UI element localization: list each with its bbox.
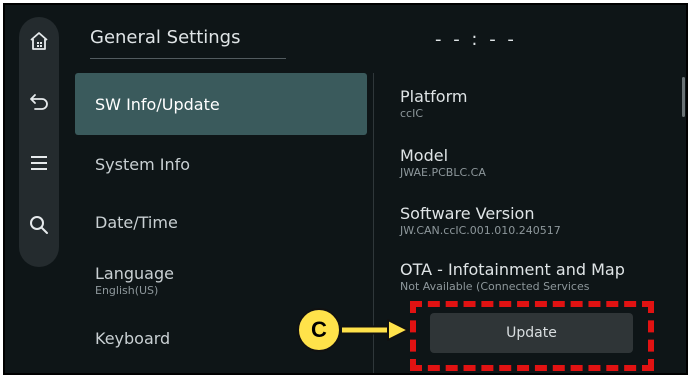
detail-title: Software Version — [400, 204, 535, 223]
menu-item-system-info[interactable]: System Info — [75, 133, 367, 195]
callout-arrow-icon — [342, 319, 409, 341]
detail-ota: OTA - Infotainment and Map Not Available… — [400, 260, 656, 300]
detail-value: JW.CAN.ccIC.001.010.240517 — [400, 224, 561, 237]
home-icon — [30, 32, 48, 50]
menu-item-label: Language — [95, 263, 174, 283]
title-divider — [90, 58, 286, 59]
infotainment-screen: General Settings - - : - - SW Info/Updat… — [3, 3, 688, 375]
detail-software-version: Software Version JW.CAN.ccIC.001.010.240… — [400, 204, 670, 237]
menu-button[interactable] — [19, 143, 59, 183]
detail-value: Not Available (Connected Services — [400, 280, 590, 293]
menu-item-language[interactable]: Language English(US) — [75, 249, 367, 311]
menu-item-sw-info-update[interactable]: SW Info/Update — [75, 73, 367, 135]
page-title: General Settings — [90, 27, 241, 48]
clock: - - : - - — [435, 29, 517, 50]
detail-value: ccIC — [400, 107, 424, 120]
detail-title: OTA - Infotainment and Map — [400, 260, 625, 279]
menu-item-date-time[interactable]: Date/Time — [75, 191, 367, 253]
detail-title: Model — [400, 146, 449, 165]
back-button[interactable] — [19, 81, 59, 121]
detail-model: Model JWAE.PCBLC.CA — [400, 146, 670, 179]
scrollbar[interactable] — [682, 77, 685, 117]
detail-title: Platform — [400, 87, 468, 106]
menu-item-label: System Info — [95, 154, 191, 174]
back-icon — [30, 94, 48, 110]
search-button[interactable] — [19, 205, 59, 245]
home-button[interactable] — [19, 21, 59, 61]
menu-icon — [31, 156, 47, 170]
detail-platform: Platform ccIC — [400, 87, 670, 120]
menu-item-label: SW Info/Update — [95, 94, 220, 114]
search-icon — [30, 216, 48, 234]
callout-label: C — [297, 308, 341, 352]
menu-item-value: English(US) — [95, 283, 159, 297]
detail-value: JWAE.PCBLC.CA — [400, 166, 486, 179]
menu-item-label: Date/Time — [95, 212, 178, 232]
highlight-box — [410, 301, 654, 371]
side-rail — [19, 17, 59, 267]
